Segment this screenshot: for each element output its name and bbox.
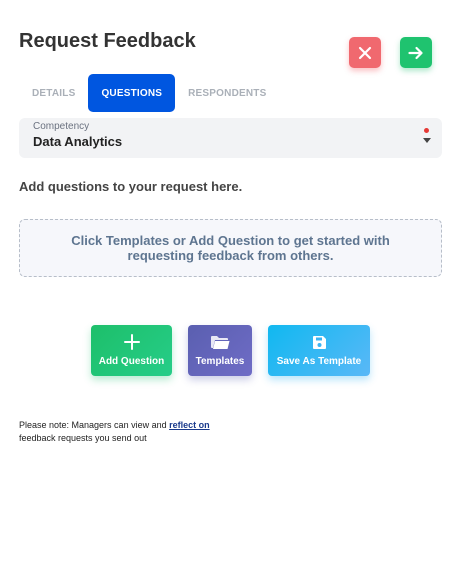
save-icon: [312, 336, 326, 349]
next-button[interactable]: [400, 37, 432, 68]
note-prefix: Please note: Managers can view and: [19, 420, 170, 430]
note-suffix: feedback requests you send out: [19, 433, 147, 443]
manager-note: Please note: Managers can view and refle…: [19, 419, 210, 445]
reflect-on-link[interactable]: reflect on: [169, 420, 210, 430]
save-as-template-label: Save As Template: [276, 356, 362, 367]
save-as-template-button[interactable]: Save As Template: [268, 325, 370, 376]
close-button[interactable]: [349, 37, 381, 68]
tab-details[interactable]: DETAILS: [19, 74, 88, 112]
add-question-button[interactable]: Add Question: [91, 325, 172, 376]
competency-label: Competency: [33, 121, 90, 132]
tab-respondents[interactable]: RESPONDENTS: [175, 74, 279, 112]
empty-state-text: Click Templates or Add Question to get s…: [71, 233, 390, 263]
folder-icon: [211, 336, 230, 349]
page-title: Request Feedback: [19, 30, 196, 52]
plus-icon: [123, 334, 140, 350]
required-indicator: [424, 128, 429, 133]
instructions-text: Add questions to your request here.: [19, 179, 243, 194]
templates-button[interactable]: Templates: [188, 325, 252, 376]
competency-select[interactable]: Competency Data Analytics: [19, 118, 442, 158]
empty-state: Click Templates or Add Question to get s…: [19, 219, 442, 277]
templates-label: Templates: [195, 356, 245, 367]
arrow-right-icon: [408, 46, 423, 59]
close-icon: [358, 46, 372, 59]
add-question-label: Add Question: [98, 356, 165, 367]
tab-bar: DETAILS QUESTIONS RESPONDENTS: [19, 74, 279, 112]
tab-questions[interactable]: QUESTIONS: [88, 74, 176, 112]
competency-value: Data Analytics: [33, 134, 123, 149]
chevron-down-icon: [423, 138, 431, 143]
